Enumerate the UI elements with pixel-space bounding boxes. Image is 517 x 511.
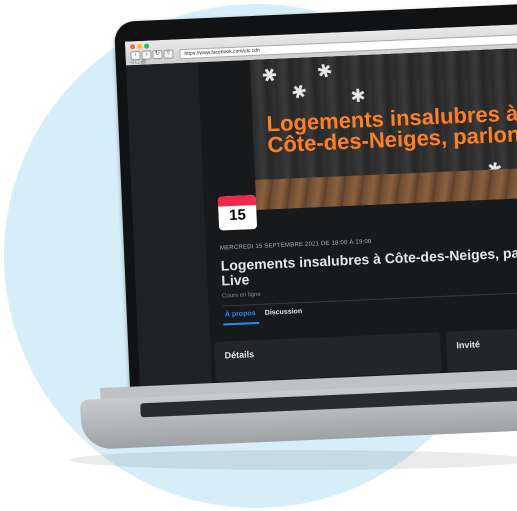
reload-icon[interactable]: ↻ [152, 49, 163, 60]
tab-about[interactable]: À propos [225, 310, 256, 318]
event-location-type: Cours en ligne [221, 291, 261, 300]
share-icon[interactable]: ⇧ [163, 49, 174, 59]
section-divider [222, 290, 517, 307]
wooden-floor [255, 167, 517, 210]
browser-window: ‹ › ↻ ⇧ https://www.facebook.com/ulc.cdn… [124, 23, 517, 393]
active-tab-indicator [223, 321, 260, 326]
calendar-date-badge: 15 [217, 194, 258, 231]
event-date-time: MERCREDI 15 SEPTEMBRE 2021 DE 18:00 À 19… [219, 238, 372, 252]
laptop-screen-frame: ‹ › ↻ ⇧ https://www.facebook.com/ulc.cdn… [114, 3, 517, 407]
cockroach-icon: ✱ [346, 84, 371, 107]
calendar-day: 15 [228, 206, 247, 225]
maximize-window-button[interactable] [143, 43, 150, 49]
event-cover-image: ✱ ✱ ✱ ✱ ✱ Logements insalubres à Côte-de… [249, 47, 517, 210]
left-sidebar [125, 62, 213, 393]
close-window-button[interactable] [129, 44, 136, 50]
minimize-window-button[interactable] [136, 43, 143, 50]
invites-card-title: Invité [456, 339, 481, 351]
cockroach-icon: ✱ [311, 58, 337, 84]
details-card-title: Détails [224, 349, 255, 361]
cockroach-icon: ✱ [288, 80, 310, 104]
tab-discussion[interactable]: Discussion [265, 308, 303, 317]
cockroach-icon: ✱ [258, 62, 282, 88]
facebook-event-page: ✱ ✱ ✱ ✱ ✱ Logements insalubres à Côte-de… [125, 47, 517, 393]
invites-card: Invité [445, 326, 517, 372]
laptop-shadow [70, 450, 517, 470]
cover-title: Logements insalubres à Côte-des-Neiges, … [266, 100, 517, 157]
